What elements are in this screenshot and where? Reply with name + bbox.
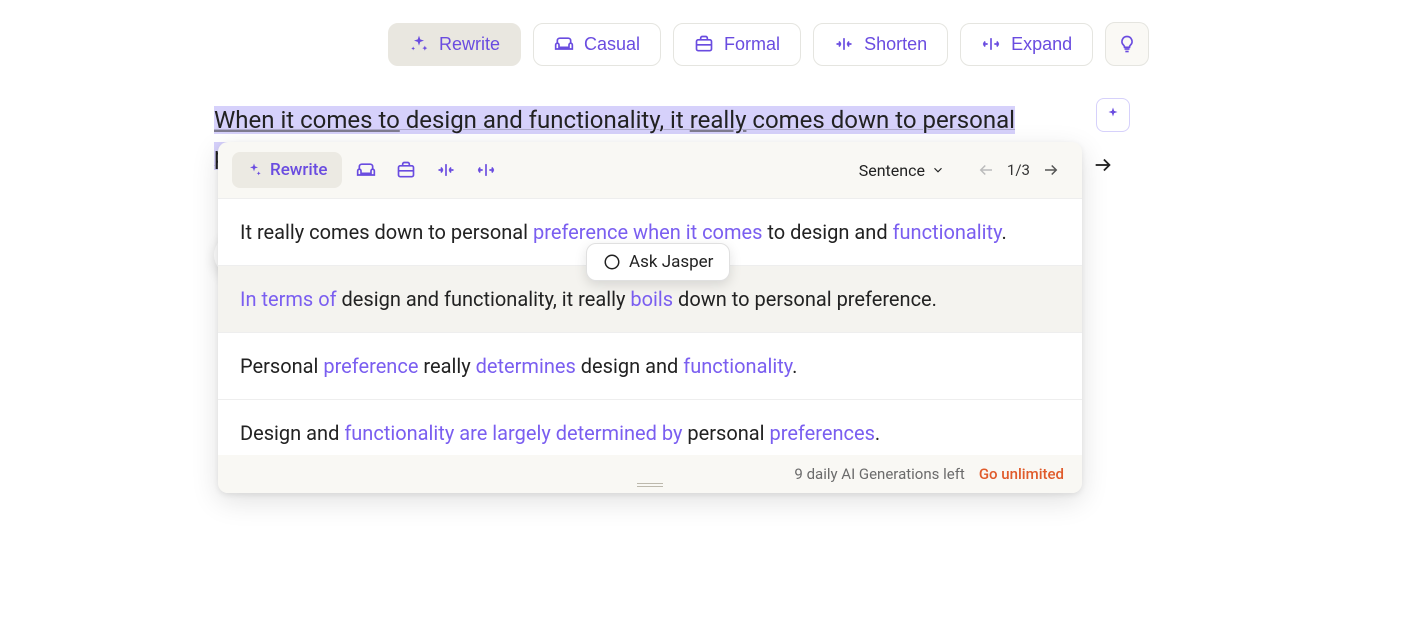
next-selection-arrow[interactable] [1092, 154, 1114, 176]
ask-jasper-popup[interactable]: Ask Jasper [586, 243, 730, 281]
panel-toolbar: Rewrite Sentence 1/3 [218, 142, 1082, 198]
panel-casual-icon[interactable] [350, 154, 382, 186]
suggestion-item[interactable]: Design and functionality are largely det… [218, 400, 1082, 455]
rewrite-label: Rewrite [439, 34, 500, 55]
pager: 1/3 [977, 161, 1060, 179]
formal-button[interactable]: Formal [673, 23, 801, 66]
sparkle-icon [246, 162, 262, 178]
formal-label: Formal [724, 34, 780, 55]
pager-prev-icon[interactable] [977, 161, 995, 179]
casual-button[interactable]: Casual [533, 23, 661, 66]
panel-formal-icon[interactable] [390, 154, 422, 186]
ai-sparkle-button[interactable] [1096, 98, 1130, 132]
top-toolbar: Rewrite Casual Formal Shorten Expand [388, 22, 1149, 66]
shorten-button[interactable]: Shorten [813, 23, 948, 66]
resize-handle-icon[interactable] [637, 483, 663, 487]
casual-label: Casual [584, 34, 640, 55]
ask-jasper-label: Ask Jasper [629, 252, 713, 272]
sofa-icon [554, 34, 574, 54]
ideas-button[interactable] [1105, 22, 1149, 66]
expand-button[interactable]: Expand [960, 23, 1093, 66]
chevron-down-icon [931, 163, 945, 177]
pager-count: 1/3 [1007, 161, 1030, 179]
pager-next-icon[interactable] [1042, 161, 1060, 179]
shorten-icon [834, 34, 854, 54]
expand-icon [981, 34, 1001, 54]
briefcase-icon [694, 34, 714, 54]
panel-footer: 9 daily AI Generations left Go unlimited [218, 455, 1082, 493]
generations-left: 9 daily AI Generations left [794, 465, 964, 483]
sparkle-icon [409, 34, 429, 54]
scope-selector[interactable]: Sentence [859, 161, 945, 180]
panel-rewrite-label: Rewrite [270, 160, 328, 180]
panel-rewrite-chip[interactable]: Rewrite [232, 152, 342, 188]
shorten-label: Shorten [864, 34, 927, 55]
scope-label: Sentence [859, 161, 925, 180]
suggestions-list: It really comes down to personal prefere… [218, 198, 1082, 455]
suggestions-panel: Rewrite Sentence 1/3 [218, 142, 1082, 493]
go-unlimited-link[interactable]: Go unlimited [979, 465, 1064, 483]
suggestion-item[interactable]: Personal preference really determines de… [218, 333, 1082, 400]
panel-shorten-icon[interactable] [430, 154, 462, 186]
panel-expand-icon[interactable] [470, 154, 502, 186]
expand-label: Expand [1011, 34, 1072, 55]
rewrite-button[interactable]: Rewrite [388, 23, 521, 66]
chat-icon [603, 253, 621, 271]
lightbulb-icon [1117, 34, 1137, 54]
